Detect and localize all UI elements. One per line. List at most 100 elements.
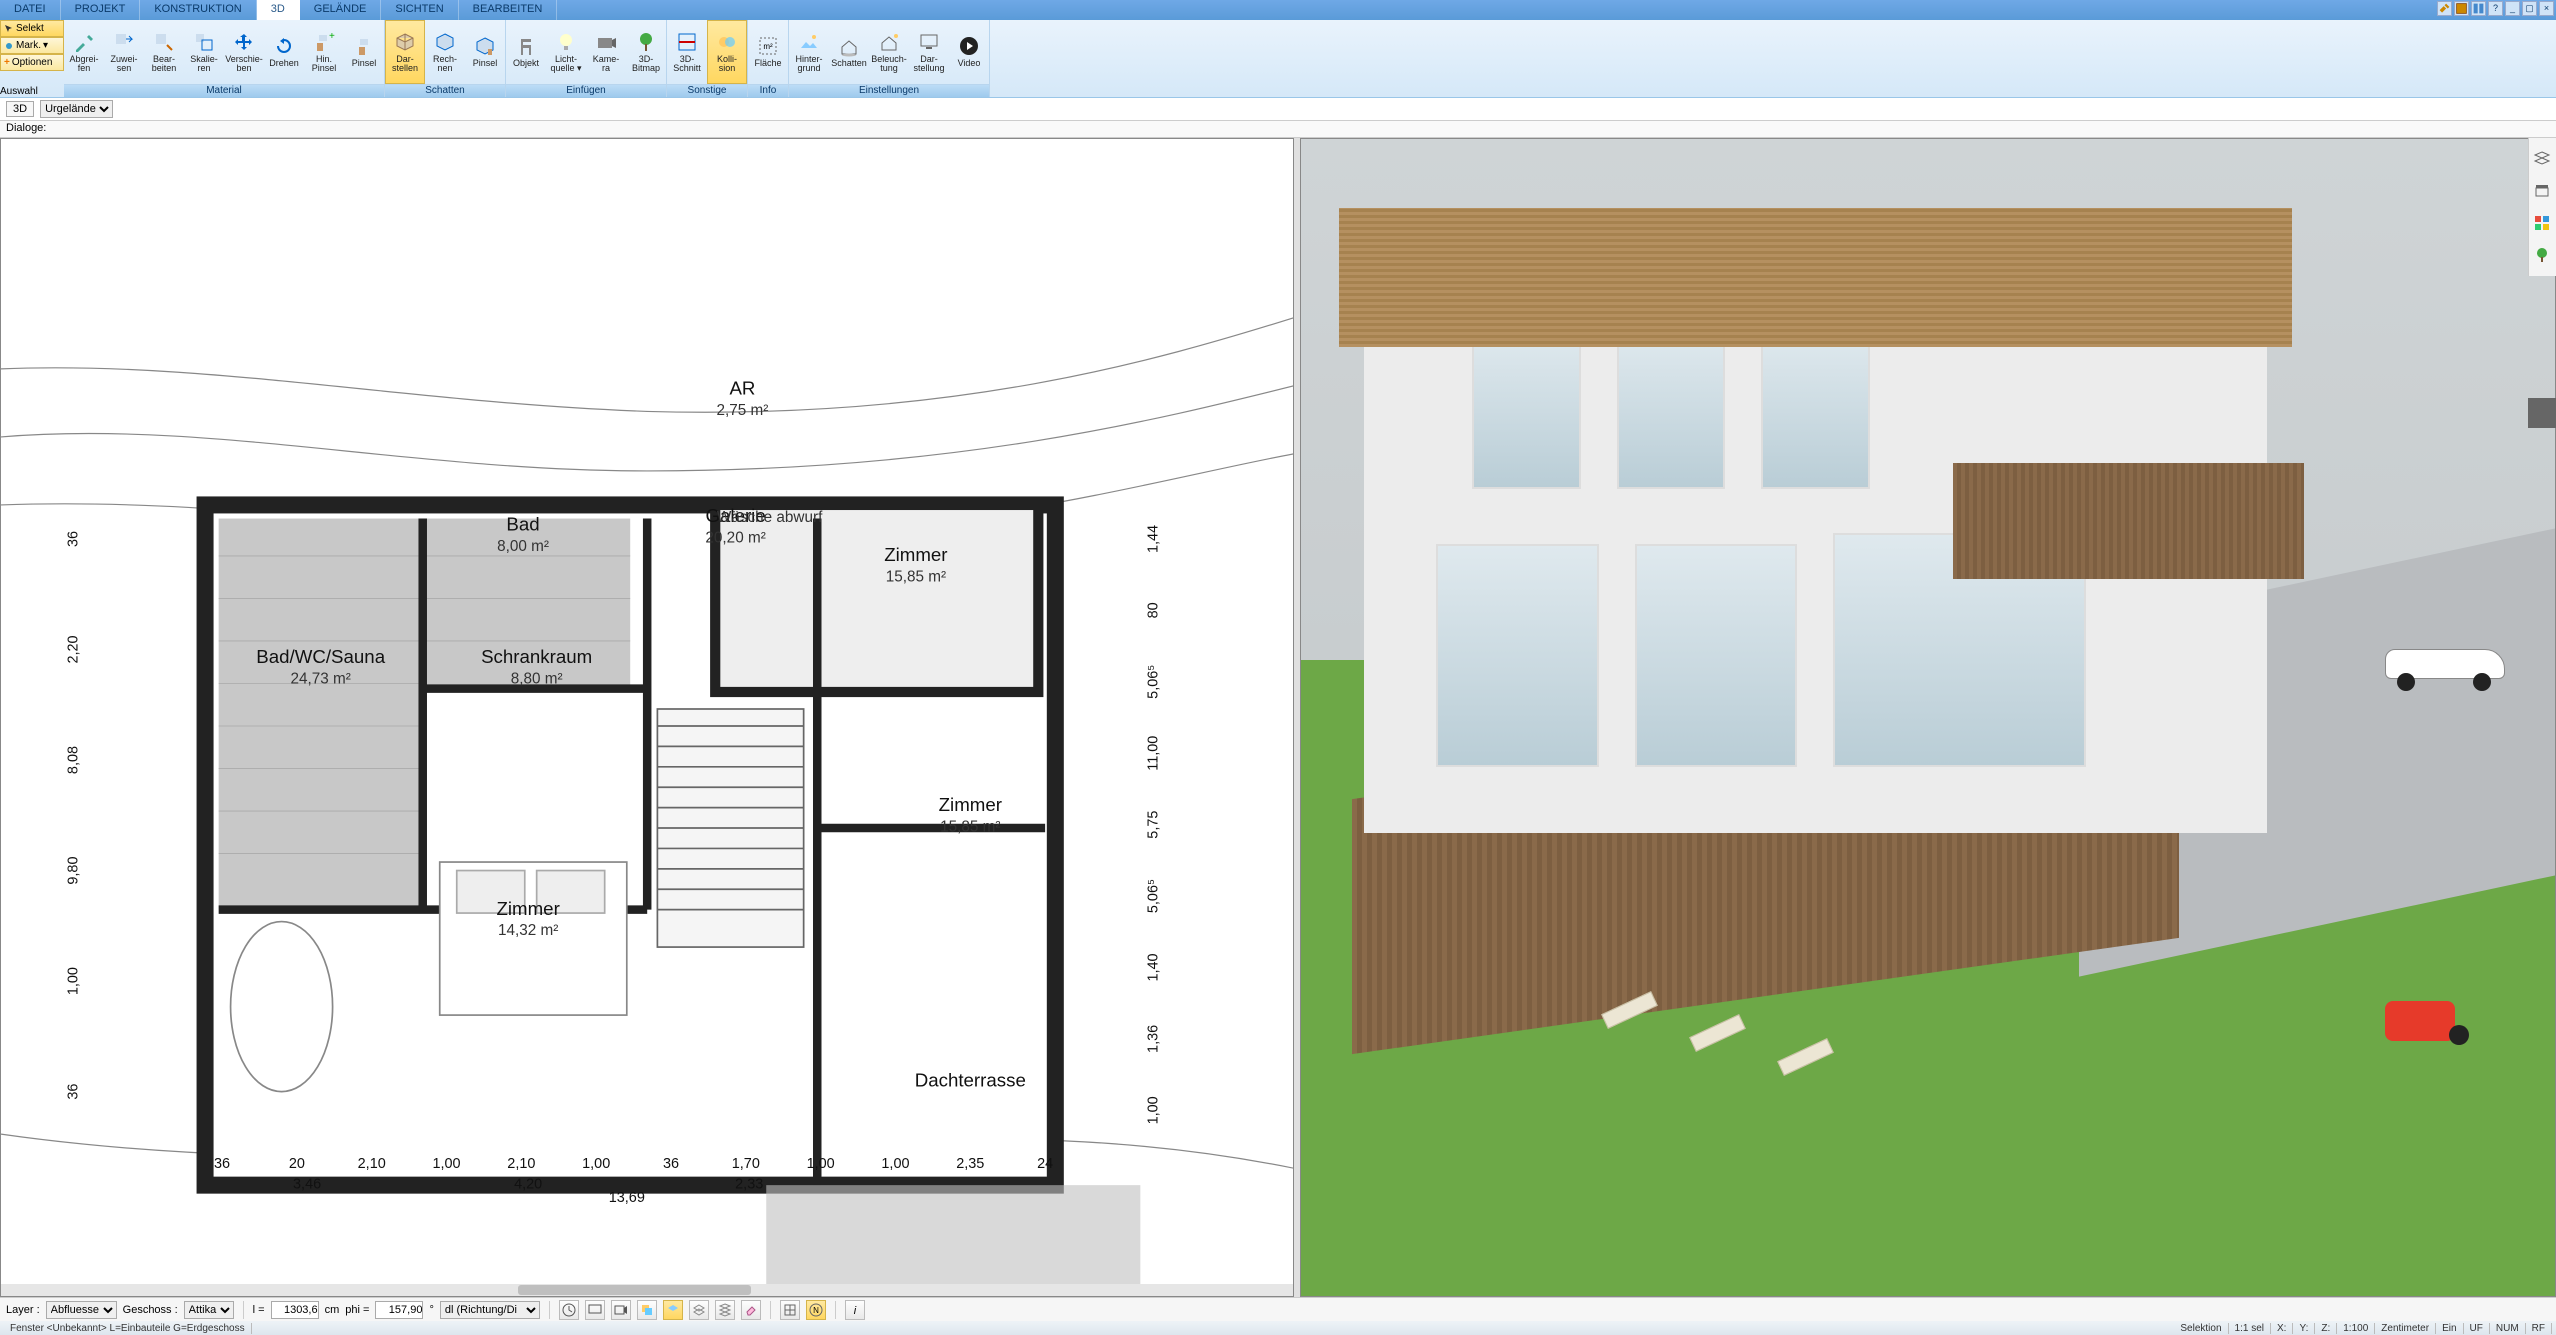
ribbon-btn-label: Rech- nen xyxy=(433,55,457,74)
ribbon-btn-section[interactable]: 3D- Schnitt xyxy=(667,20,707,84)
ribbon-btn-scale[interactable]: Skalie- ren xyxy=(184,20,224,84)
viewmode-3d[interactable]: 3D xyxy=(6,101,34,117)
menu-tab-gelaende[interactable]: GELÄNDE xyxy=(300,0,382,20)
layer2-icon[interactable] xyxy=(689,1300,709,1320)
catalog-icon[interactable] xyxy=(2454,1,2469,16)
menu-tab-konstruktion[interactable]: KONSTRUKTION xyxy=(140,0,256,20)
dim-text: 1,00 xyxy=(881,1156,909,1172)
palette-icon[interactable] xyxy=(2531,212,2553,234)
menu-tab-3d[interactable]: 3D xyxy=(257,0,300,20)
optionen-label: Optionen xyxy=(12,57,53,68)
ribbon-btn-camera[interactable]: Kame- ra xyxy=(586,20,626,84)
ribbon-btn-shadow-house[interactable]: Schatten xyxy=(829,20,869,84)
room-area: 14,32 m² xyxy=(498,922,558,939)
dim-text: 80 xyxy=(1145,602,1161,618)
layers-icon[interactable] xyxy=(2531,148,2553,170)
edit-icon xyxy=(153,31,175,53)
dialog-bar: Dialoge: xyxy=(0,121,2556,138)
room-label: Schrankraum xyxy=(481,646,592,667)
selekt-button[interactable]: Selekt xyxy=(0,20,64,37)
ribbon-btn-label: Dar- stellung xyxy=(913,55,944,74)
right-panel-tab[interactable] xyxy=(2528,398,2556,428)
tools-icon[interactable] xyxy=(2437,1,2452,16)
dim-text: 5,06⁵ xyxy=(1145,879,1161,913)
north-icon[interactable]: N xyxy=(806,1300,826,1320)
eraser-icon[interactable] xyxy=(741,1300,761,1320)
ribbon-btn-monitor[interactable]: Dar- stellung xyxy=(909,20,949,84)
terrain-select[interactable]: Urgelände xyxy=(40,100,113,118)
dim-text: 4,20 xyxy=(514,1177,542,1193)
dim-text: 20 xyxy=(289,1156,305,1172)
waesche-label: Wäsche abwurf xyxy=(717,509,823,526)
close-button[interactable]: × xyxy=(2539,1,2554,16)
mode-select[interactable]: dl (Richtung/Di xyxy=(440,1301,540,1319)
area-icon: m² xyxy=(757,35,779,57)
menu-tab-bearbeiten[interactable]: BEARBEITEN xyxy=(459,0,558,20)
info-icon[interactable]: i xyxy=(845,1300,865,1320)
ribbon-btn-lighting-house[interactable]: Beleuch- tung xyxy=(869,20,909,84)
brush-add-icon: + xyxy=(313,31,335,53)
ribbon-btn-assign[interactable]: Zuwei- sen xyxy=(104,20,144,84)
furniture-icon[interactable] xyxy=(2531,180,2553,202)
ribbon-btn-chair[interactable]: Objekt xyxy=(506,20,546,84)
floorplan-view[interactable]: Bad/WC/Sauna24,73 m²Bad8,00 m²AR2,75 m²G… xyxy=(0,138,1294,1297)
minimize-button[interactable]: _ xyxy=(2505,1,2520,16)
ribbon-btn-edit[interactable]: Bear- beiten xyxy=(144,20,184,84)
ribbon-btn-label: Beleuch- tung xyxy=(871,55,907,74)
ribbon-btn-cube[interactable]: Dar- stellen xyxy=(385,20,425,84)
ribbon-btn-move[interactable]: Verschie- ben xyxy=(224,20,264,84)
layer-select[interactable]: Abfluesse xyxy=(46,1301,117,1319)
l-input[interactable] xyxy=(271,1301,319,1319)
ribbon-caption: Schatten xyxy=(385,84,505,97)
menu-tab-projekt[interactable]: PROJEKT xyxy=(61,0,141,20)
geschoss-select[interactable]: Attika xyxy=(184,1301,234,1319)
dim-text: 2,20 xyxy=(66,635,82,663)
ribbon-btn-area[interactable]: m²Fläche xyxy=(748,20,788,84)
ribbon-btn-brush[interactable]: Pinsel xyxy=(344,20,384,84)
plan-hscrollbar[interactable] xyxy=(1,1284,1293,1296)
mark-button[interactable]: Mark.▾ xyxy=(0,37,64,54)
workspace: Bad/WC/Sauna24,73 m²Bad8,00 m²AR2,75 m²G… xyxy=(0,138,2556,1297)
zfront-icon[interactable] xyxy=(637,1300,657,1320)
tree-icon[interactable] xyxy=(2531,244,2553,266)
room-label: Bad xyxy=(506,513,539,534)
ribbon-caption: Einstellungen xyxy=(789,84,989,97)
layout-icon[interactable] xyxy=(2471,1,2486,16)
ribbon-btn-brush-add[interactable]: +Hin. Pinsel xyxy=(304,20,344,84)
ribbon-caption: Material xyxy=(64,84,384,97)
render-balcony xyxy=(1953,463,2304,579)
room-area: 20,20 m² xyxy=(705,529,765,546)
svg-text:N: N xyxy=(813,1306,819,1315)
help-icon[interactable]: ? xyxy=(2488,1,2503,16)
ribbon-btn-background[interactable]: Hinter- grund xyxy=(789,20,829,84)
render-roof xyxy=(1339,208,2292,347)
record-icon[interactable] xyxy=(611,1300,631,1320)
optionen-button[interactable]: +Optionen xyxy=(0,54,64,71)
3d-view[interactable] xyxy=(1300,138,2556,1297)
ribbon-btn-rotate[interactable]: Drehen xyxy=(264,20,304,84)
menu-tab-datei[interactable]: DATEI xyxy=(0,0,61,20)
maximize-button[interactable]: ▢ xyxy=(2522,1,2537,16)
lighting-house-icon xyxy=(878,31,900,53)
room-area: 8,80 m² xyxy=(511,670,563,687)
right-toolbar xyxy=(2528,138,2556,276)
layer1-icon[interactable] xyxy=(663,1300,683,1320)
phi-input[interactable] xyxy=(375,1301,423,1319)
status-bar: Fenster <Unbekannt> L=Einbauteile G=Erdg… xyxy=(0,1321,2556,1335)
monitor-icon[interactable] xyxy=(585,1300,605,1320)
ribbon-btn-cube-calc[interactable]: Rech- nen xyxy=(425,20,465,84)
ribbon-btn-tree[interactable]: 3D- Bitmap xyxy=(626,20,666,84)
ribbon-btn-collision[interactable]: Kolli- sion xyxy=(707,20,747,84)
sub-toolbar: 3D Urgelände xyxy=(0,98,2556,121)
grid-icon[interactable] xyxy=(780,1300,800,1320)
clock-icon[interactable] xyxy=(559,1300,579,1320)
dim-total: 13,69 xyxy=(609,1190,645,1206)
layer3-icon[interactable] xyxy=(715,1300,735,1320)
ribbon-btn-eyedropper[interactable]: Abgrei- fen xyxy=(64,20,104,84)
menu-tab-sichten[interactable]: SICHTEN xyxy=(381,0,458,20)
ribbon-btn-cube-brush[interactable]: Pinsel xyxy=(465,20,505,84)
ribbon-btn-play[interactable]: Video xyxy=(949,20,989,84)
ribbon-btn-bulb[interactable]: Licht- quelle ▾ xyxy=(546,20,586,84)
dim-text: 1,36 xyxy=(1145,1025,1161,1053)
ribbon-group-info: m²FlächeInfo xyxy=(748,20,789,97)
